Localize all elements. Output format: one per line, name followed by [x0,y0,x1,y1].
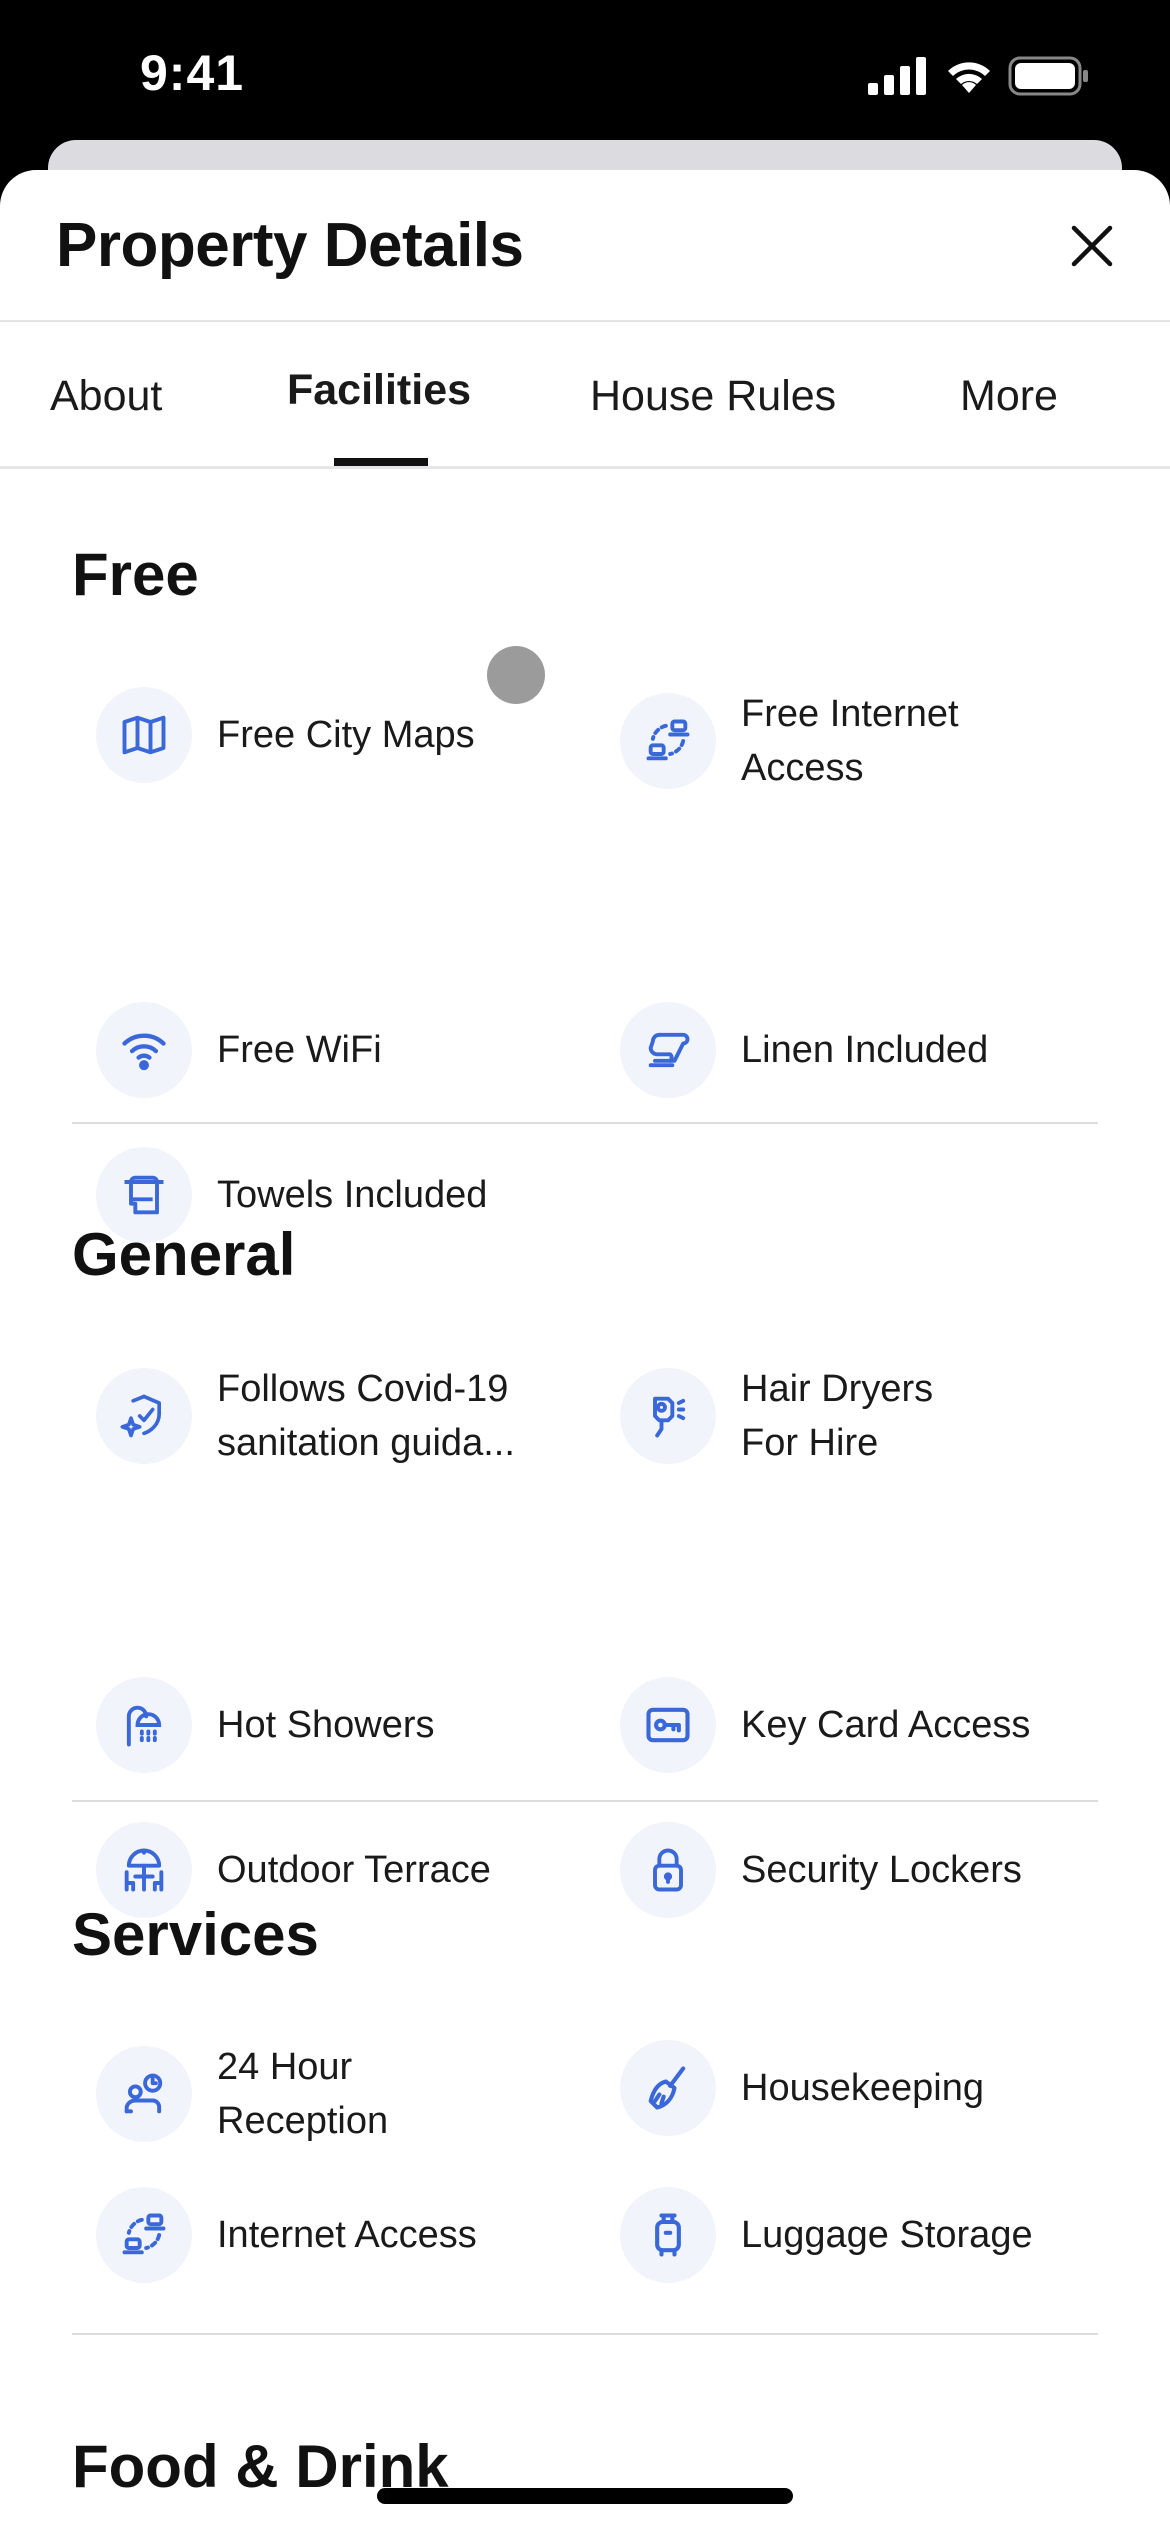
section-title-free: Free [72,541,199,608]
internet-access-icon [122,2213,166,2255]
tab-about[interactable]: About [50,372,162,421]
facility-item[interactable]: Follows Covid-19 sanitation guida... [96,1362,596,1470]
facility-label: Security Lockers [741,1849,1022,1891]
towel-icon [124,1175,164,1215]
facility-label: Hair Dryers For Hire [741,1368,934,1464]
tab-facilities[interactable]: Facilities [287,366,471,415]
facility-label: Towels Included [217,1174,488,1216]
sheet-header: Property Details [0,170,1170,322]
facility-item[interactable]: Housekeeping [620,2040,1120,2136]
wifi-icon [948,62,990,93]
property-details-sheet: Property Details About Facilities House … [0,170,1170,2532]
section-title-services: Services [72,1901,319,1968]
facility-label: Free WiFi [217,1029,382,1071]
section-divider [72,2333,1098,2335]
sanitation-shield-icon [120,1394,162,1438]
facility-label: 24 Hour Reception [217,2046,389,2142]
facility-item[interactable]: Luggage Storage [620,2187,1120,2283]
facility-item[interactable]: Hot Showers [96,1677,596,1773]
facility-label: Luggage Storage [741,2214,1033,2256]
section-divider [72,1800,1098,1802]
terrace-icon [124,1848,164,1892]
facility-item[interactable]: Linen Included [620,1002,1120,1098]
internet-access-icon [646,719,690,761]
facility-item[interactable]: Internet Access [96,2187,596,2283]
facility-label: Linen Included [741,1029,989,1071]
broom-icon [648,2066,686,2110]
section-divider [72,1122,1098,1124]
linen-icon [648,1032,690,1068]
facility-label: Outdoor Terrace [217,1849,491,1891]
status-time: 9:41 [140,45,245,101]
facility-item[interactable]: Security Lockers [620,1822,1120,1918]
luggage-icon [655,2213,681,2257]
facility-label: Internet Access [217,2214,477,2256]
facility-item[interactable]: Key Card Access [620,1677,1120,1773]
facility-item[interactable]: Free WiFi [96,1002,596,1098]
close-icon [1071,225,1113,267]
facility-label: Follows Covid-19 sanitation guida... [217,1368,515,1464]
status-icons [868,56,1090,96]
facility-label: Free City Maps [217,714,475,756]
tab-more[interactable]: More [960,372,1058,421]
shower-icon [126,1705,162,1747]
facility-item[interactable]: Hair Dryers For Hire [620,1362,1120,1470]
section-title-general: General [72,1221,296,1288]
battery-icon [1008,56,1088,96]
touch-indicator [487,646,545,704]
key-card-icon [646,1707,690,1743]
hair-dryer-icon [653,1396,686,1438]
close-button[interactable] [1064,218,1120,274]
facility-label: Free Internet Access [741,693,959,789]
tab-bar: About Facilities House Rules More [0,322,1170,469]
facility-label: Housekeeping [741,2067,984,2109]
page-title: Property Details [56,211,524,280]
wifi-icon [122,1033,166,1071]
home-indicator[interactable] [377,2488,793,2504]
facility-item[interactable]: Free Internet Access [620,687,1120,795]
cellular-signal-icon [868,57,926,95]
facility-item[interactable]: 24 Hour Reception [96,2040,596,2148]
lock-icon [653,1848,683,1892]
tab-house-rules[interactable]: House Rules [590,372,836,421]
facility-label: Hot Showers [217,1704,435,1746]
facility-label: Key Card Access [741,1704,1031,1746]
map-icon [122,715,166,755]
reception-icon [124,2073,163,2114]
status-bar: 9:41 [0,0,1170,150]
active-tab-indicator [334,458,428,466]
